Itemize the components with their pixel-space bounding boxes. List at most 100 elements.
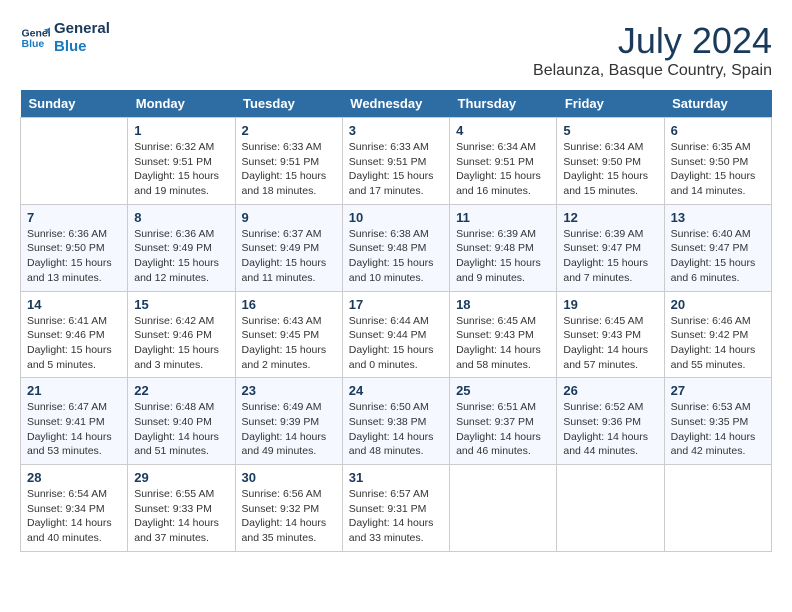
day-detail: Sunrise: 6:39 AM Sunset: 9:48 PM Dayligh… <box>456 227 550 286</box>
calendar-week-5: 28Sunrise: 6:54 AM Sunset: 9:34 PM Dayli… <box>21 465 772 552</box>
calendar-cell <box>664 465 771 552</box>
day-number: 17 <box>349 297 443 312</box>
day-number: 16 <box>242 297 336 312</box>
header-thursday: Thursday <box>450 90 557 118</box>
calendar-cell: 31 Sunrise: 6:57 AM Sunset: 9:31 PM Dayli… <box>342 465 449 552</box>
day-number: 7 <box>27 210 121 225</box>
logo-line1: General <box>54 20 110 38</box>
calendar-cell: 8 Sunrise: 6:36 AM Sunset: 9:49 PM Daylig… <box>128 204 235 291</box>
day-detail: Sunrise: 6:35 AM Sunset: 9:50 PM Dayligh… <box>671 140 765 199</box>
day-number: 4 <box>456 123 550 138</box>
day-number: 6 <box>671 123 765 138</box>
header-wednesday: Wednesday <box>342 90 449 118</box>
day-number: 30 <box>242 470 336 485</box>
calendar-cell: 22Sunrise: 6:48 AM Sunset: 9:40 PM Dayli… <box>128 378 235 465</box>
calendar-cell: 6 Sunrise: 6:35 AM Sunset: 9:50 PM Daylig… <box>664 118 771 205</box>
day-number: 5 <box>563 123 657 138</box>
day-number: 11 <box>456 210 550 225</box>
day-detail: Sunrise: 6:36 AM Sunset: 9:50 PM Dayligh… <box>27 227 121 286</box>
calendar-cell: 14 Sunrise: 6:41 AM Sunset: 9:46 PM Dayli… <box>21 291 128 378</box>
day-detail: Sunrise: 6:50 AM Sunset: 9:38 PM Dayligh… <box>349 400 443 459</box>
day-detail: Sunrise: 6:43 AM Sunset: 9:45 PM Dayligh… <box>242 314 336 373</box>
calendar-week-4: 21Sunrise: 6:47 AM Sunset: 9:41 PM Dayli… <box>21 378 772 465</box>
day-detail: Sunrise: 6:46 AM Sunset: 9:42 PM Dayligh… <box>671 314 765 373</box>
day-number: 13 <box>671 210 765 225</box>
day-number: 12 <box>563 210 657 225</box>
calendar-cell: 29 Sunrise: 6:55 AM Sunset: 9:33 PM Dayli… <box>128 465 235 552</box>
calendar-cell <box>557 465 664 552</box>
day-number: 29 <box>134 470 228 485</box>
svg-text:Blue: Blue <box>22 38 45 50</box>
calendar-cell: 12 Sunrise: 6:39 AM Sunset: 9:47 PM Dayli… <box>557 204 664 291</box>
day-detail: Sunrise: 6:37 AM Sunset: 9:49 PM Dayligh… <box>242 227 336 286</box>
calendar-header-row: Sunday Monday Tuesday Wednesday Thursday… <box>21 90 772 118</box>
calendar-week-1: 1 Sunrise: 6:32 AM Sunset: 9:51 PM Daylig… <box>21 118 772 205</box>
calendar-cell: 28Sunrise: 6:54 AM Sunset: 9:34 PM Dayli… <box>21 465 128 552</box>
day-detail: Sunrise: 6:36 AM Sunset: 9:49 PM Dayligh… <box>134 227 228 286</box>
calendar-cell: 25Sunrise: 6:51 AM Sunset: 9:37 PM Dayli… <box>450 378 557 465</box>
day-detail: Sunrise: 6:33 AM Sunset: 9:51 PM Dayligh… <box>242 140 336 199</box>
day-number: 9 <box>242 210 336 225</box>
day-detail: Sunrise: 6:39 AM Sunset: 9:47 PM Dayligh… <box>563 227 657 286</box>
day-detail: Sunrise: 6:56 AM Sunset: 9:32 PM Dayligh… <box>242 487 336 546</box>
calendar-cell: 17 Sunrise: 6:44 AM Sunset: 9:44 PM Dayli… <box>342 291 449 378</box>
day-detail: Sunrise: 6:33 AM Sunset: 9:51 PM Dayligh… <box>349 140 443 199</box>
day-number: 10 <box>349 210 443 225</box>
calendar-week-2: 7 Sunrise: 6:36 AM Sunset: 9:50 PM Daylig… <box>21 204 772 291</box>
day-detail: Sunrise: 6:47 AM Sunset: 9:41 PM Dayligh… <box>27 400 121 459</box>
day-number: 14 <box>27 297 121 312</box>
calendar-cell: 24 Sunrise: 6:50 AM Sunset: 9:38 PM Dayli… <box>342 378 449 465</box>
day-detail: Sunrise: 6:53 AM Sunset: 9:35 PM Dayligh… <box>671 400 765 459</box>
day-number: 1 <box>134 123 228 138</box>
day-number: 24 <box>349 383 443 398</box>
day-detail: Sunrise: 6:54 AM Sunset: 9:34 PM Dayligh… <box>27 487 121 546</box>
day-detail: Sunrise: 6:42 AM Sunset: 9:46 PM Dayligh… <box>134 314 228 373</box>
calendar-week-3: 14 Sunrise: 6:41 AM Sunset: 9:46 PM Dayli… <box>21 291 772 378</box>
day-number: 26 <box>563 383 657 398</box>
calendar-cell: 21Sunrise: 6:47 AM Sunset: 9:41 PM Dayli… <box>21 378 128 465</box>
day-detail: Sunrise: 6:41 AM Sunset: 9:46 PM Dayligh… <box>27 314 121 373</box>
calendar-cell: 7 Sunrise: 6:36 AM Sunset: 9:50 PM Daylig… <box>21 204 128 291</box>
day-detail: Sunrise: 6:52 AM Sunset: 9:36 PM Dayligh… <box>563 400 657 459</box>
day-number: 19 <box>563 297 657 312</box>
day-detail: Sunrise: 6:38 AM Sunset: 9:48 PM Dayligh… <box>349 227 443 286</box>
day-detail: Sunrise: 6:55 AM Sunset: 9:33 PM Dayligh… <box>134 487 228 546</box>
header-saturday: Saturday <box>664 90 771 118</box>
day-detail: Sunrise: 6:57 AM Sunset: 9:31 PM Dayligh… <box>349 487 443 546</box>
logo-icon: General Blue <box>20 23 50 53</box>
calendar-cell <box>21 118 128 205</box>
title-block: July 2024 Belaunza, Basque Country, Spai… <box>533 20 772 80</box>
calendar-cell: 1 Sunrise: 6:32 AM Sunset: 9:51 PM Daylig… <box>128 118 235 205</box>
day-detail: Sunrise: 6:45 AM Sunset: 9:43 PM Dayligh… <box>456 314 550 373</box>
calendar-cell: 16 Sunrise: 6:43 AM Sunset: 9:45 PM Dayli… <box>235 291 342 378</box>
calendar-cell: 13 Sunrise: 6:40 AM Sunset: 9:47 PM Dayli… <box>664 204 771 291</box>
calendar-cell: 9 Sunrise: 6:37 AM Sunset: 9:49 PM Daylig… <box>235 204 342 291</box>
day-number: 15 <box>134 297 228 312</box>
day-detail: Sunrise: 6:34 AM Sunset: 9:50 PM Dayligh… <box>563 140 657 199</box>
calendar-cell: 27 Sunrise: 6:53 AM Sunset: 9:35 PM Dayli… <box>664 378 771 465</box>
calendar-cell <box>450 465 557 552</box>
calendar-cell: 10 Sunrise: 6:38 AM Sunset: 9:48 PM Dayli… <box>342 204 449 291</box>
day-detail: Sunrise: 6:32 AM Sunset: 9:51 PM Dayligh… <box>134 140 228 199</box>
day-number: 27 <box>671 383 765 398</box>
day-number: 2 <box>242 123 336 138</box>
day-number: 31 <box>349 470 443 485</box>
day-detail: Sunrise: 6:45 AM Sunset: 9:43 PM Dayligh… <box>563 314 657 373</box>
logo-line2: Blue <box>54 38 110 56</box>
calendar-table: Sunday Monday Tuesday Wednesday Thursday… <box>20 90 772 552</box>
day-detail: Sunrise: 6:51 AM Sunset: 9:37 PM Dayligh… <box>456 400 550 459</box>
day-number: 8 <box>134 210 228 225</box>
day-detail: Sunrise: 6:34 AM Sunset: 9:51 PM Dayligh… <box>456 140 550 199</box>
calendar-cell: 2 Sunrise: 6:33 AM Sunset: 9:51 PM Daylig… <box>235 118 342 205</box>
day-detail: Sunrise: 6:49 AM Sunset: 9:39 PM Dayligh… <box>242 400 336 459</box>
month-year: July 2024 <box>533 20 772 62</box>
header-friday: Friday <box>557 90 664 118</box>
day-detail: Sunrise: 6:44 AM Sunset: 9:44 PM Dayligh… <box>349 314 443 373</box>
calendar-cell: 26 Sunrise: 6:52 AM Sunset: 9:36 PM Dayli… <box>557 378 664 465</box>
page-header: General Blue General Blue July 2024 Bela… <box>20 20 772 80</box>
calendar-cell: 23Sunrise: 6:49 AM Sunset: 9:39 PM Dayli… <box>235 378 342 465</box>
day-detail: Sunrise: 6:48 AM Sunset: 9:40 PM Dayligh… <box>134 400 228 459</box>
day-detail: Sunrise: 6:40 AM Sunset: 9:47 PM Dayligh… <box>671 227 765 286</box>
header-tuesday: Tuesday <box>235 90 342 118</box>
calendar-cell: 19 Sunrise: 6:45 AM Sunset: 9:43 PM Dayli… <box>557 291 664 378</box>
